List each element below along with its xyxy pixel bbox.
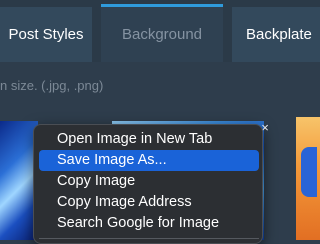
menu-item-save-image-as[interactable]: Save Image As... <box>39 150 259 171</box>
file-size-hint: n size. (.jpg, .png) <box>0 78 104 93</box>
background-thumbnail-right[interactable] <box>296 117 320 240</box>
tab-bar: Post Styles Background Backplate <box>0 0 320 62</box>
tab-post-styles[interactable]: Post Styles <box>0 7 92 62</box>
context-menu: Open Image in New Tab Save Image As... C… <box>33 124 263 244</box>
menu-item-copy-image-address[interactable]: Copy Image Address <box>39 192 259 213</box>
menu-item-search-google-image[interactable]: Search Google for Image <box>39 213 259 234</box>
tab-background[interactable]: Background <box>101 4 223 62</box>
menu-divider <box>39 238 259 239</box>
menu-item-copy-image[interactable]: Copy Image <box>39 171 259 192</box>
tab-backplate[interactable]: Backplate <box>232 7 320 62</box>
menu-item-open-image-new-tab[interactable]: Open Image in New Tab <box>39 129 259 150</box>
